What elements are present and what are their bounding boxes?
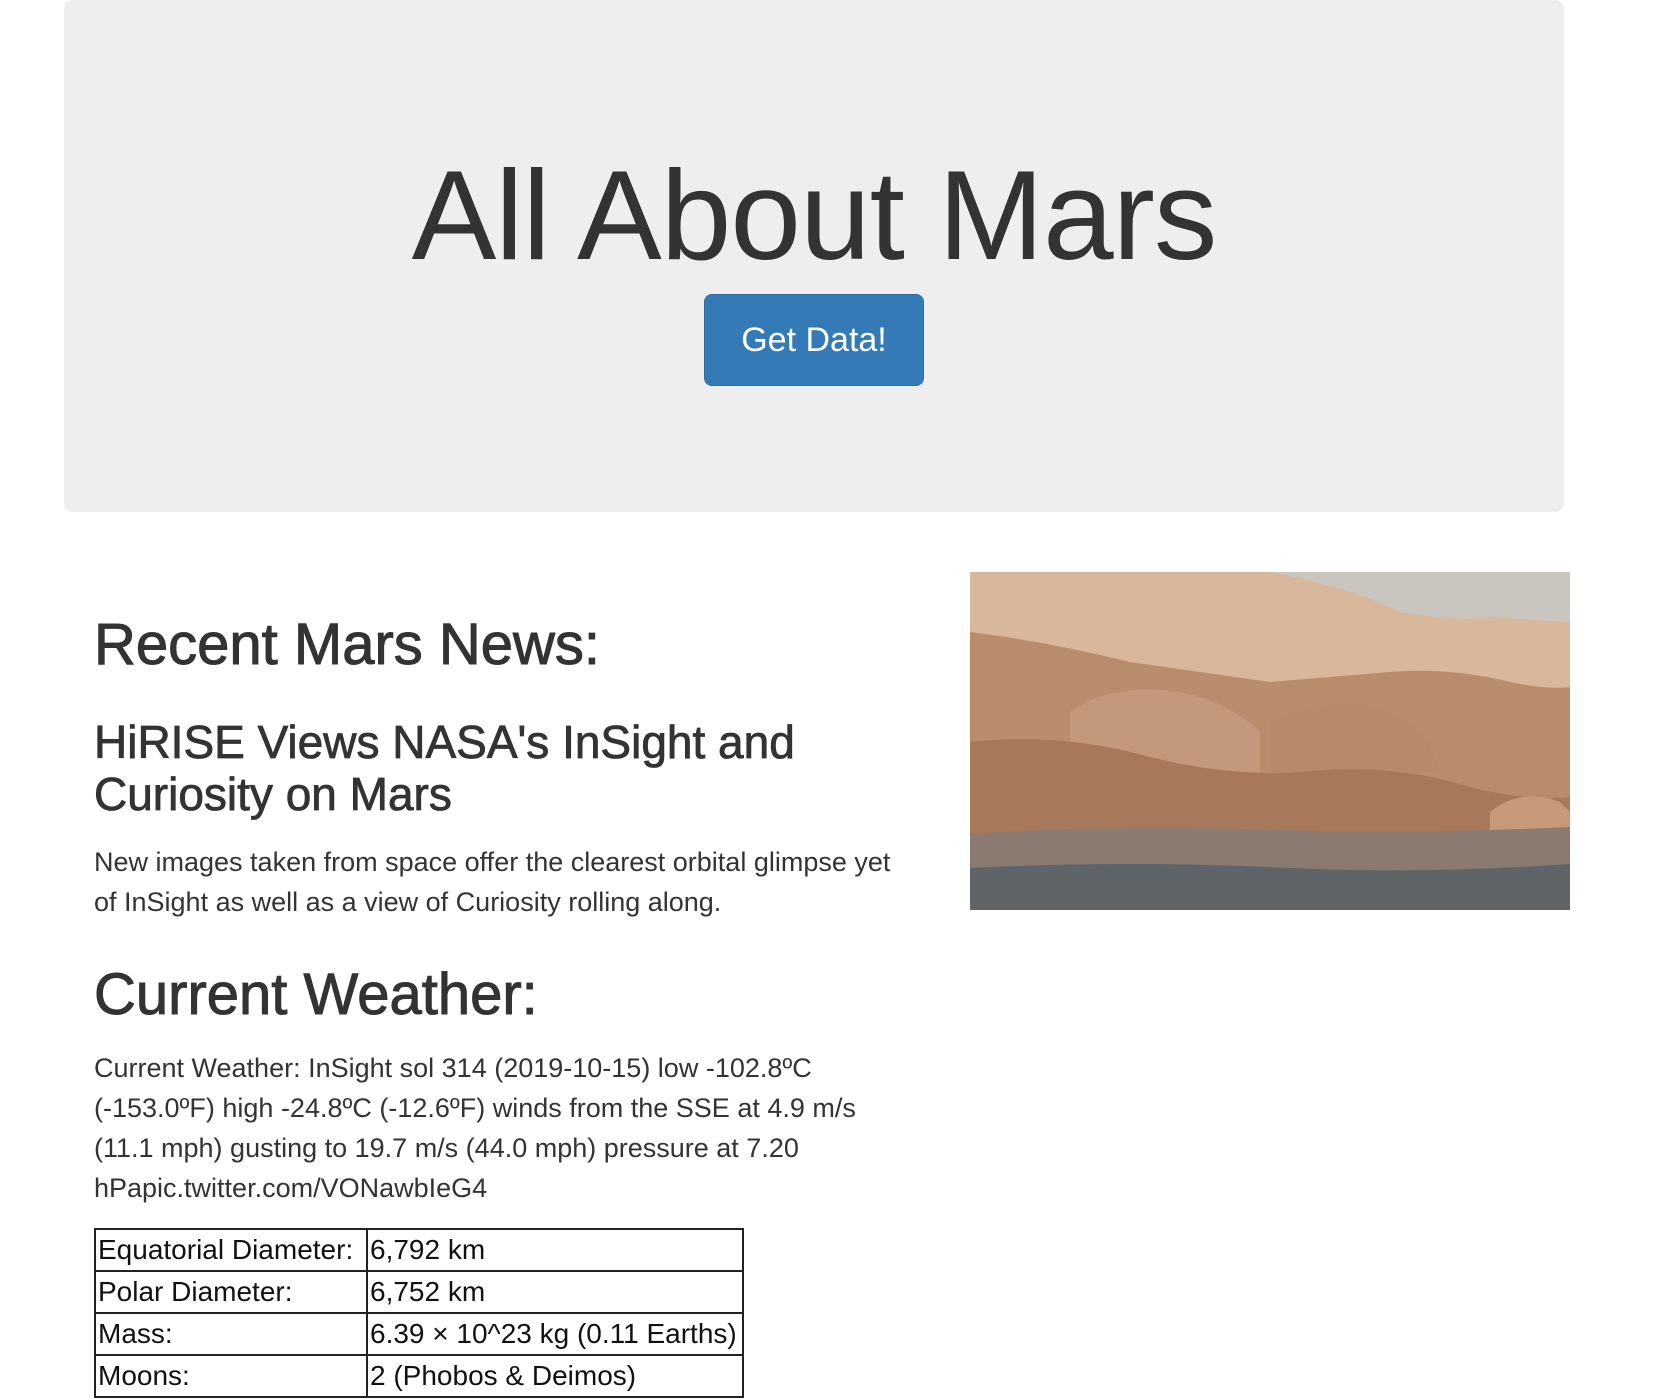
news-paragraph: New images taken from space offer the cl… [94, 847, 891, 917]
weather-text: Current Weather: InSight sol 314 (2019-1… [94, 1053, 856, 1203]
news-section-heading: Recent Mars News: [93, 612, 601, 678]
page-title: All About Mars [411, 144, 1218, 286]
fact-label: Equatorial Diameter: [94, 1228, 368, 1272]
fact-label: Polar Diameter: [94, 1270, 368, 1314]
fact-label: Mass: [94, 1312, 368, 1356]
fact-label: Moons: [94, 1354, 368, 1398]
mars-facts-table: Equatorial Diameter: 6,792 km Polar Diam… [94, 1228, 744, 1398]
weather-section-heading: Current Weather: [94, 962, 539, 1028]
fact-value: 6,792 km [366, 1228, 744, 1272]
image-dark-ground [970, 864, 1570, 910]
fact-value: 6.39 × 10^23 kg (0.11 Earths) [366, 1312, 744, 1356]
table-row: Moons: 2 (Phobos & Deimos) [94, 1354, 744, 1398]
header-jumbotron: All About Mars Get Data! [64, 0, 1564, 512]
table-row: Polar Diameter: 6,752 km [94, 1270, 744, 1314]
fact-value: 2 (Phobos & Deimos) [366, 1354, 744, 1398]
get-data-button[interactable]: Get Data! [704, 294, 924, 386]
table-row: Mass: 6.39 × 10^23 kg (0.11 Earths) [94, 1312, 744, 1356]
news-title: HiRISE Views NASA's InSight and Curiosit… [94, 716, 796, 821]
fact-value: 6,752 km [366, 1270, 744, 1314]
featured-mars-image [970, 572, 1570, 910]
table-row: Equatorial Diameter: 6,792 km [94, 1228, 744, 1272]
